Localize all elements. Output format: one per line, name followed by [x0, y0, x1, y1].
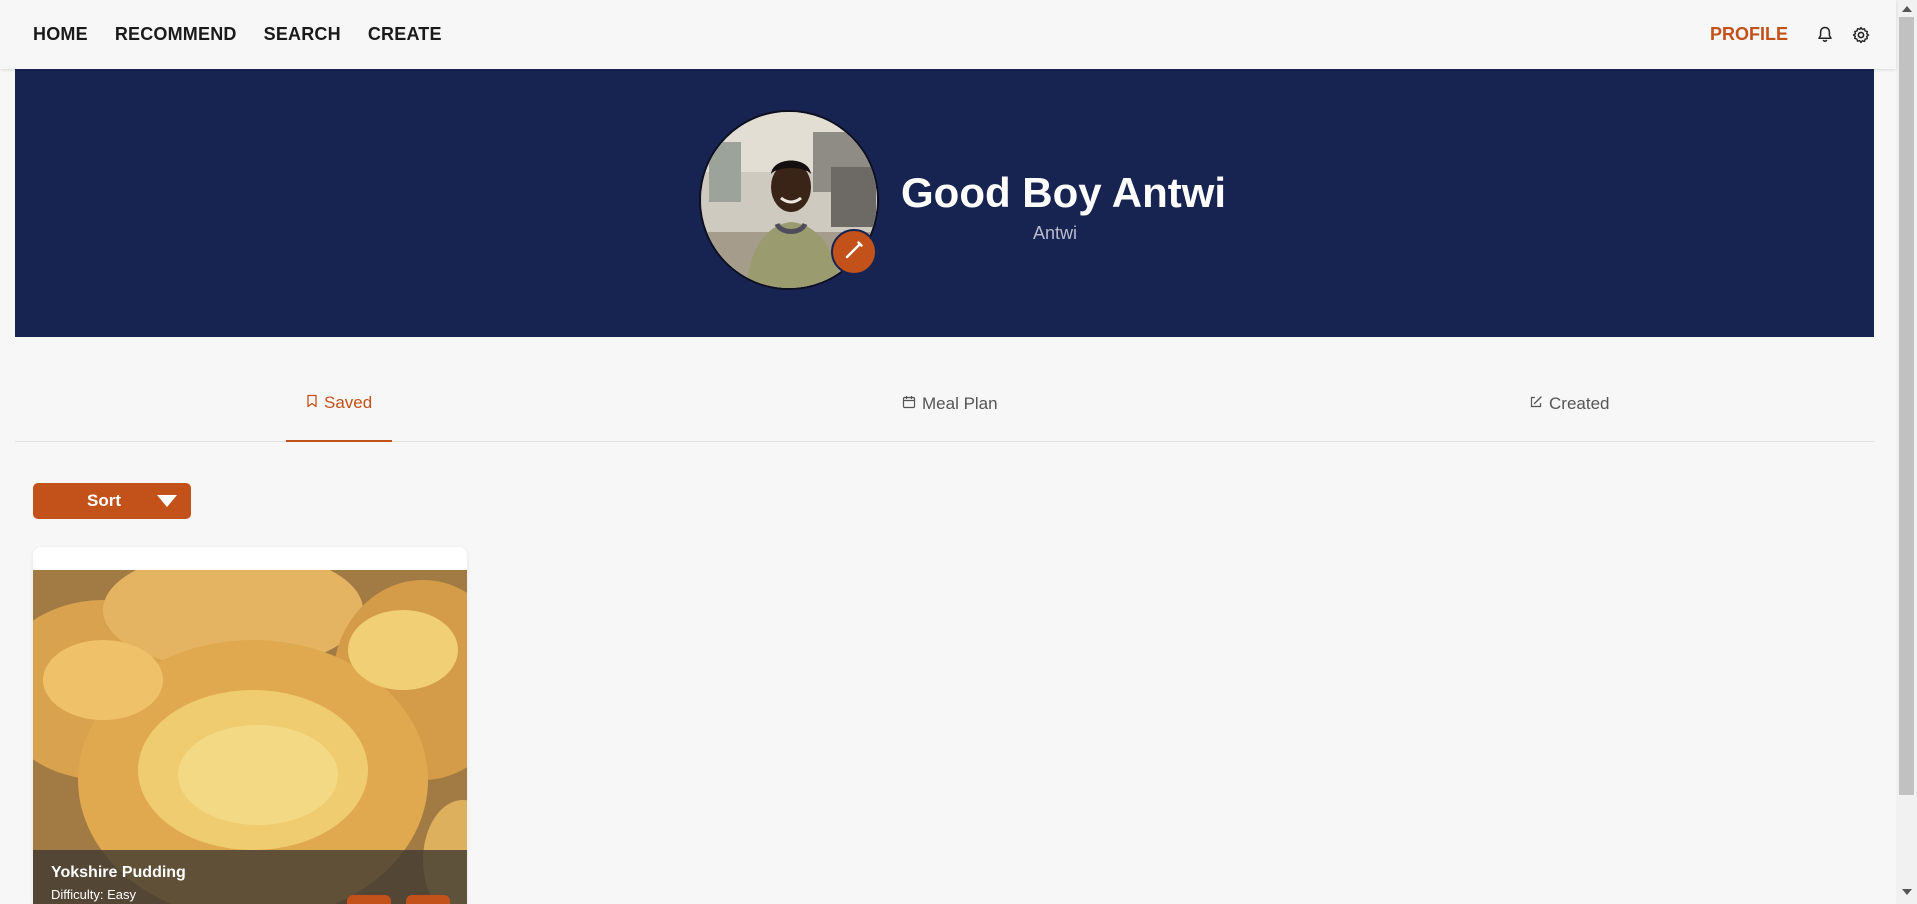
nav-home-link[interactable]: HOME: [33, 24, 88, 45]
sort-dropdown[interactable]: Sort: [33, 483, 191, 519]
caret-down-icon: [157, 495, 177, 507]
scroll-up-arrow-icon[interactable]: [1902, 6, 1912, 12]
scroll-down-arrow-icon[interactable]: [1902, 889, 1912, 895]
recipe-action-button[interactable]: [406, 895, 450, 904]
tab-meal-plan-label: Meal Plan: [922, 394, 998, 413]
profile-username: Antwi: [1033, 223, 1078, 243]
bell-icon[interactable]: [1816, 26, 1834, 44]
recipe-action-button[interactable]: [347, 895, 391, 904]
profile-banner: Good Boy Antwi Antwi: [15, 69, 1874, 337]
bookmark-icon: [306, 393, 318, 413]
tab-saved[interactable]: Saved: [286, 380, 393, 442]
tab-created-label: Created: [1549, 394, 1610, 413]
tab-created[interactable]: Created: [1509, 380, 1629, 442]
tab-saved-label: Saved: [324, 393, 373, 412]
recipe-difficulty: Difficulty: Easy: [51, 887, 137, 902]
recipe-card[interactable]: Yokshire Pudding Difficulty: Easy: [33, 547, 467, 904]
tab-meal-plan[interactable]: Meal Plan: [882, 380, 1018, 442]
edit-square-icon: [1529, 394, 1543, 414]
page-scrollbar[interactable]: [1896, 0, 1917, 904]
nav-create-link[interactable]: CREATE: [368, 24, 442, 45]
edit-avatar-button[interactable]: [831, 229, 877, 275]
scroll-thumb[interactable]: [1899, 17, 1914, 795]
top-navbar: HOME RECOMMEND SEARCH CREATE PROFILE: [0, 0, 1896, 69]
recipe-title: Yokshire Pudding: [51, 864, 186, 881]
calendar-icon: [902, 394, 916, 414]
sort-label: Sort: [87, 491, 121, 510]
profile-tabs: Saved Meal Plan Created: [15, 380, 1874, 442]
pencil-icon: [843, 239, 865, 266]
nav-search-link[interactable]: SEARCH: [264, 24, 341, 45]
main-nav: HOME RECOMMEND SEARCH CREATE: [33, 24, 442, 45]
profile-display-name: Good Boy Antwi: [901, 169, 1227, 216]
nav-recommend-link[interactable]: RECOMMEND: [115, 24, 237, 45]
gear-icon[interactable]: [1852, 26, 1870, 44]
nav-profile-link[interactable]: PROFILE: [1710, 24, 1788, 45]
nav-actions: PROFILE: [1710, 24, 1870, 45]
